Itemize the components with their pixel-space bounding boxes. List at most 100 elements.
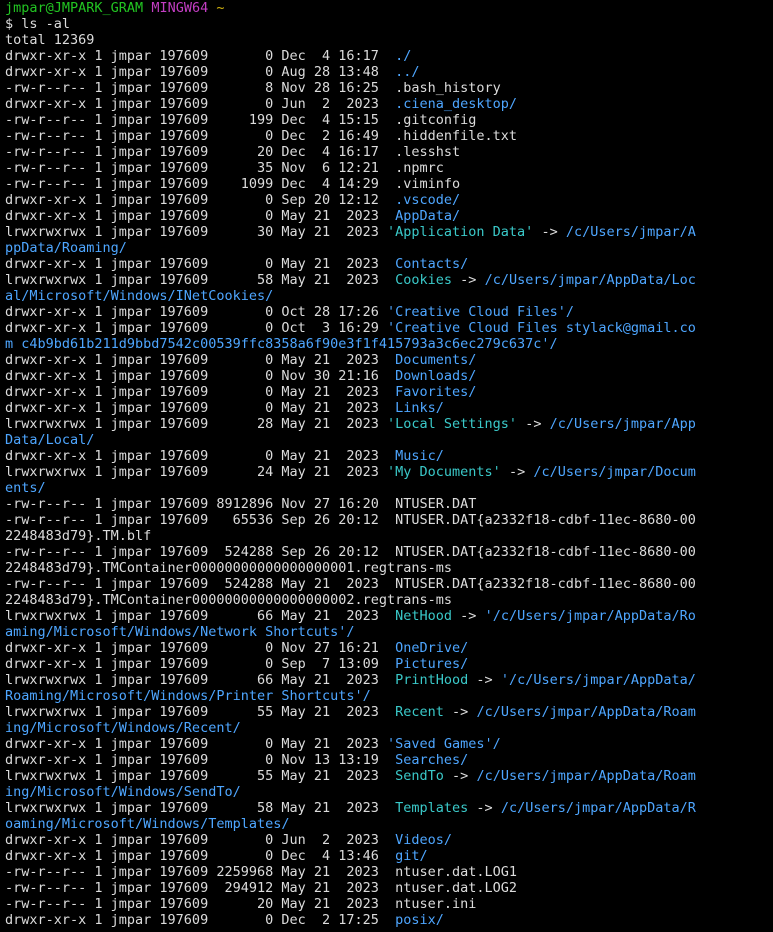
output-text: lrwxrwxrwx 1 jmpar 197609 24 May 21 2023 (5, 464, 388, 480)
output-line: drwxr-xr-x 1 jmpar 197609 0 Oct 28 17:26… (5, 304, 773, 320)
output-text: lrwxrwxrwx 1 jmpar 197609 30 May 21 2023 (5, 224, 388, 240)
output-text: drwxr-xr-x 1 jmpar 197609 0 Dec 4 16:17 (5, 48, 396, 64)
output-text: drwxr-xr-x 1 jmpar 197609 0 Nov 30 21:16 (5, 368, 396, 384)
output-text: -rw-r--r-- 1 jmpar 197609 20 Dec 4 16:17… (5, 144, 461, 160)
output-line: ppData/Roaming/ (5, 240, 773, 256)
directory-name: Data/Local/ (5, 432, 95, 448)
output-line: -rw-r--r-- 1 jmpar 197609 1099 Dec 4 14:… (5, 176, 773, 192)
terminal-window[interactable]: jmpar@JMPARK_GRAM MINGW64 ~ $ ls -al tot… (5, 0, 773, 932)
output-line: drwxr-xr-x 1 jmpar 197609 0 May 21 2023 … (5, 256, 773, 272)
directory-name: 'Creative Cloud Files'/ (387, 304, 574, 320)
output-line: -rw-r--r-- 1 jmpar 197609 65536 Sep 26 2… (5, 512, 773, 528)
prompt-line: jmpar@JMPARK_GRAM MINGW64 ~ (5, 0, 773, 16)
output-line: -rw-r--r-- 1 jmpar 197609 0 Dec 2 16:49 … (5, 128, 773, 144)
directory-name: Documents/ (395, 352, 477, 368)
output-line: drwxr-xr-x 1 jmpar 197609 0 Sep 20 12:12… (5, 192, 773, 208)
output-line: drwxr-xr-x 1 jmpar 197609 0 Dec 4 13:46 … (5, 848, 773, 864)
output-line: drwxr-xr-x 1 jmpar 197609 0 Nov 27 16:21… (5, 640, 773, 656)
output-line: drwxr-xr-x 1 jmpar 197609 0 Dec 2 17:25 … (5, 912, 773, 928)
output-line: drwxr-xr-x 1 jmpar 197609 0 Nov 30 21:16… (5, 368, 773, 384)
output-text: -> (452, 272, 485, 288)
prompt-shell: MINGW64 (151, 0, 209, 16)
output-text: -rw-r--r-- 1 jmpar 197609 8 Nov 28 16:25… (5, 80, 501, 96)
output-text: -> (517, 416, 550, 432)
output-line: drwxr-xr-x 1 jmpar 197609 0 May 21 2023 … (5, 208, 773, 224)
directory-name: Videos/ (395, 832, 453, 848)
directory-name: .ciena_desktop/ (395, 96, 518, 112)
prompt-cwd: ~ (216, 0, 225, 16)
directory-name: Pictures/ (395, 656, 469, 672)
symlink-name: PrintHood (395, 672, 469, 688)
directory-name: /c/Users/jmpar/AppData/Loc (484, 272, 696, 288)
directory-name: git/ (395, 848, 428, 864)
output-line: lrwxrwxrwx 1 jmpar 197609 66 May 21 2023… (5, 608, 773, 624)
output-text: drwxr-xr-x 1 jmpar 197609 0 Sep 7 13:09 (5, 656, 396, 672)
directory-name: Downloads/ (395, 368, 477, 384)
output-line: lrwxrwxrwx 1 jmpar 197609 30 May 21 2023… (5, 224, 773, 240)
output-text: -> (443, 704, 477, 720)
symlink-name: 'My Documents' (387, 464, 501, 480)
directory-name: 'Saved Games'/ (387, 736, 501, 752)
output-line: total 12369 (5, 32, 773, 48)
output-text: drwxr-xr-x 1 jmpar 197609 0 Oct 3 16:29 (5, 320, 388, 336)
output-line: 2248483d79}.TMContainer00000000000000000… (5, 560, 773, 576)
output-line: Roaming/Microsoft/Windows/Printer Shortc… (5, 688, 773, 704)
symlink-name: NetHood (395, 608, 453, 624)
output-line: -rw-r--r-- 1 jmpar 197609 199 Dec 4 15:1… (5, 112, 773, 128)
output-text: drwxr-xr-x 1 jmpar 197609 0 Nov 13 13:19 (5, 752, 396, 768)
directory-name: '/c/Users/jmpar/AppData/ (500, 672, 696, 688)
symlink-name: Cookies (395, 272, 453, 288)
symlink-name: 'Application Data' (387, 224, 534, 240)
directory-name: /c/Users/jmpar/Docum (533, 464, 696, 480)
output-text: drwxr-xr-x 1 jmpar 197609 0 May 21 2023 (5, 256, 396, 272)
output-line: -rw-r--r-- 1 jmpar 197609 524288 May 21 … (5, 576, 773, 592)
directory-name: ../ (395, 64, 420, 80)
prompt-symbol: $ (5, 16, 14, 32)
command-text: ls -al (21, 16, 71, 32)
output-text: -rw-r--r-- 1 jmpar 197609 35 Nov 6 12:21… (5, 160, 444, 176)
output-line: -rw-r--r-- 1 jmpar 197609 8912896 Nov 27… (5, 496, 773, 512)
directory-name: AppData/ (395, 208, 461, 224)
output-line: lrwxrwxrwx 1 jmpar 197609 58 May 21 2023… (5, 800, 773, 816)
output-line: drwxr-xr-x 1 jmpar 197609 0 May 21 2023 … (5, 352, 773, 368)
directory-name: /c/Users/jmpar/App (549, 416, 696, 432)
output-text: -> (452, 608, 485, 624)
directory-name: .vscode/ (395, 192, 461, 208)
output-line: -rw-r--r-- 1 jmpar 197609 2259968 May 21… (5, 864, 773, 880)
output-text: -> (500, 464, 534, 480)
output-text: drwxr-xr-x 1 jmpar 197609 0 Dec 4 13:46 (5, 848, 396, 864)
output-text: lrwxrwxrwx 1 jmpar 197609 58 May 21 2023 (5, 272, 396, 288)
directory-name: /c/Users/jmpar/A (565, 224, 696, 240)
directory-name: Searches/ (395, 752, 469, 768)
directory-name: /c/Users/jmpar/AppData/Roam (476, 768, 696, 784)
output-text: -rw-r--r-- 1 jmpar 197609 524288 Sep 26 … (5, 544, 696, 560)
output-line: ing/Microsoft/Windows/SendTo/ (5, 784, 773, 800)
output-text: lrwxrwxrwx 1 jmpar 197609 58 May 21 2023 (5, 800, 396, 816)
symlink-name: 'Local Settings' (387, 416, 518, 432)
directory-name: ents/ (5, 480, 46, 496)
output-text: lrwxrwxrwx 1 jmpar 197609 55 May 21 2023 (5, 768, 396, 784)
output-line: ents/ (5, 480, 773, 496)
output-text: -rw-r--r-- 1 jmpar 197609 524288 May 21 … (5, 576, 696, 592)
output-text: drwxr-xr-x 1 jmpar 197609 0 May 21 2023 (5, 352, 396, 368)
directory-name: Links/ (395, 400, 444, 416)
output-line: -rw-r--r-- 1 jmpar 197609 524288 Sep 26 … (5, 544, 773, 560)
symlink-name: Recent (395, 704, 444, 720)
output-text: drwxr-xr-x 1 jmpar 197609 0 May 21 2023 (5, 400, 396, 416)
output-text: drwxr-xr-x 1 jmpar 197609 0 May 21 2023 (5, 208, 396, 224)
directory-name: Music/ (395, 448, 444, 464)
output-line: drwxr-xr-x 1 jmpar 197609 0 Dec 4 16:17 … (5, 48, 773, 64)
directory-name: /c/Users/jmpar/AppData/Roam (476, 704, 696, 720)
output-line: drwxr-xr-x 1 jmpar 197609 0 May 21 2023 … (5, 448, 773, 464)
output-line: 2248483d79}.TM.blf (5, 528, 773, 544)
directory-name: ing/Microsoft/Windows/Recent/ (5, 720, 241, 736)
output-text: drwxr-xr-x 1 jmpar 197609 0 May 21 2023 (5, 448, 396, 464)
directory-name: 'Creative Cloud Files stylack@gmail.co (387, 320, 696, 336)
output-text: 2248483d79}.TMContainer00000000000000000… (5, 560, 453, 576)
output-line: lrwxrwxrwx 1 jmpar 197609 55 May 21 2023… (5, 768, 773, 784)
output-line: drwxr-xr-x 1 jmpar 197609 0 Sep 7 13:09 … (5, 656, 773, 672)
directory-name: posix/ (395, 912, 444, 928)
directory-name: Roaming/Microsoft/Windows/Printer Shortc… (5, 688, 371, 704)
directory-name: ./ (395, 48, 412, 64)
output-text: -> (443, 768, 477, 784)
